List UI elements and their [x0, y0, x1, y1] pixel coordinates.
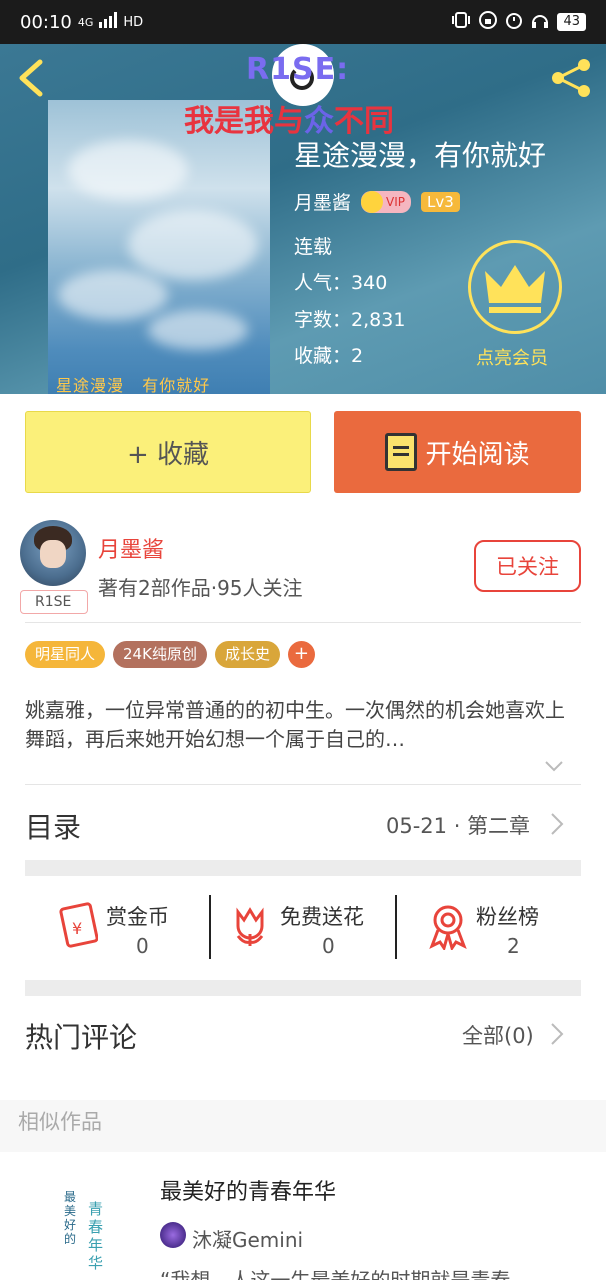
section-separator [25, 980, 581, 996]
similar-cover-text-1: 最美好的 [64, 1190, 77, 1246]
signal-icon [99, 11, 118, 33]
watermark-text-1: R1SE: [246, 52, 350, 87]
back-button[interactable] [16, 58, 46, 98]
divider [395, 895, 397, 959]
flower-icon [236, 907, 264, 946]
book-hero: 星途漫漫 有你就好 R1SE: 我是我与众不同 星途漫漫，有你就好 月墨酱 VI… [0, 44, 606, 394]
popularity-stat: 人气：340 [294, 268, 387, 295]
similar-work-author: 沐凝Gemini [192, 1228, 304, 1252]
synopsis[interactable]: 姚嘉雅，一位异常普通的的初中生。一次偶然的机会她喜欢上舞蹈，再后来她开始幻想一个… [25, 696, 581, 754]
svg-text:¥: ¥ [72, 919, 82, 938]
popularity-value: 340 [351, 272, 388, 294]
share-icon [552, 59, 590, 97]
award-ribbon-icon [429, 905, 467, 950]
book-cover [48, 100, 270, 394]
catalog-title[interactable]: 目录 [25, 806, 81, 846]
favorites-label: 收藏： [294, 345, 352, 367]
chevron-right-icon[interactable] [550, 812, 564, 836]
author-name[interactable]: 月墨酱 [98, 532, 164, 564]
author-avatar[interactable] [20, 520, 86, 586]
alarm-icon [505, 11, 523, 34]
level-badge: Lv3 [421, 191, 460, 212]
red-envelope-icon: ¥ [59, 902, 98, 948]
start-reading-label: 开始阅读 [425, 439, 530, 470]
section-separator [25, 860, 581, 876]
tag-list: 明星同人 24K纯原创 成长史 + [25, 641, 315, 668]
vip-membership-label[interactable]: 点亮会员 [476, 344, 548, 370]
collect-button[interactable]: + 收藏 [25, 411, 311, 493]
headphones-icon [531, 11, 549, 34]
start-reading-button[interactable]: 开始阅读 [334, 411, 581, 493]
favorites-stat: 收藏：2 [294, 341, 363, 368]
hero-author-line: 月墨酱 VIP Lv3 [294, 188, 460, 215]
battery-level: 43 [557, 13, 586, 31]
hero-author-name[interactable]: 月墨酱 [294, 188, 351, 215]
tag-item[interactable]: 24K纯原创 [113, 641, 207, 668]
word-count-label: 字数： [294, 309, 352, 331]
word-count-value: 2,831 [351, 309, 406, 331]
watermark-text-2a: 我是我与 [184, 104, 304, 139]
similar-cover-text-2: 青春年华 [88, 1200, 104, 1272]
fan-ranking-value: 2 [507, 934, 520, 958]
divider [25, 622, 581, 623]
vip-badge-label: VIP [386, 194, 405, 209]
divider [25, 784, 581, 785]
follow-button[interactable]: 已关注 [474, 540, 581, 592]
status-bar: 00:10 4G HD 43 [0, 0, 606, 44]
reward-coins-label: 赏金币 [106, 905, 169, 929]
serial-status: 连载 [294, 236, 333, 258]
chevron-left-icon [19, 59, 43, 97]
divider [209, 895, 211, 959]
catalog-latest-chapter[interactable]: 05-21 · 第二章 [386, 810, 530, 840]
author-stats: 著有2部作品·95人关注 [98, 576, 303, 600]
fan-ranking-label: 粉丝榜 [476, 905, 539, 929]
hot-comments-title: 热门评论 [25, 1021, 138, 1054]
status-time: 00:10 [20, 11, 72, 33]
book-title: 星途漫漫，有你就好 [294, 139, 547, 172]
reward-coins-value: 0 [136, 934, 149, 958]
cover-caption-b: 有你就好 [142, 376, 211, 394]
similar-works-label: 相似作品 [18, 1110, 102, 1134]
cover-caption-a: 星途漫漫 [56, 376, 125, 394]
cover-caption: 星途漫漫 有你就好 [56, 372, 210, 394]
crown-icon [485, 265, 545, 313]
crown-icon [361, 190, 384, 213]
send-flower-label: 免费送花 [280, 905, 364, 929]
author-tag: R1SE [20, 590, 88, 614]
book-icon [385, 433, 418, 471]
word-count-stat: 字数：2,831 [294, 305, 405, 332]
all-comments-link[interactable]: 全部(0) [462, 1020, 534, 1050]
similar-work-excerpt: “我想，人这一生最美好的时期就是青春 [160, 1268, 511, 1280]
hd-indicator: HD [123, 14, 144, 30]
vip-badge: VIP [361, 190, 411, 213]
vibrate-icon [451, 11, 471, 34]
expand-synopsis-button[interactable] [544, 756, 564, 776]
similar-author-avatar [160, 1222, 186, 1248]
chevron-right-icon[interactable] [550, 1022, 564, 1046]
vip-membership-button[interactable] [468, 240, 562, 334]
similar-work-title[interactable]: 最美好的青春年华 [160, 1174, 336, 1206]
lock-icon [479, 10, 498, 34]
tag-item[interactable]: 明星同人 [25, 641, 106, 668]
chevron-down-icon [545, 761, 563, 772]
tag-item[interactable]: 成长史 [214, 641, 280, 668]
share-button[interactable] [550, 58, 594, 98]
add-tag-button[interactable]: + [287, 641, 315, 668]
favorites-value: 2 [351, 345, 364, 367]
send-flower-value: 0 [322, 934, 335, 958]
network-indicator: 4G [77, 15, 94, 29]
popularity-label: 人气： [294, 272, 352, 294]
